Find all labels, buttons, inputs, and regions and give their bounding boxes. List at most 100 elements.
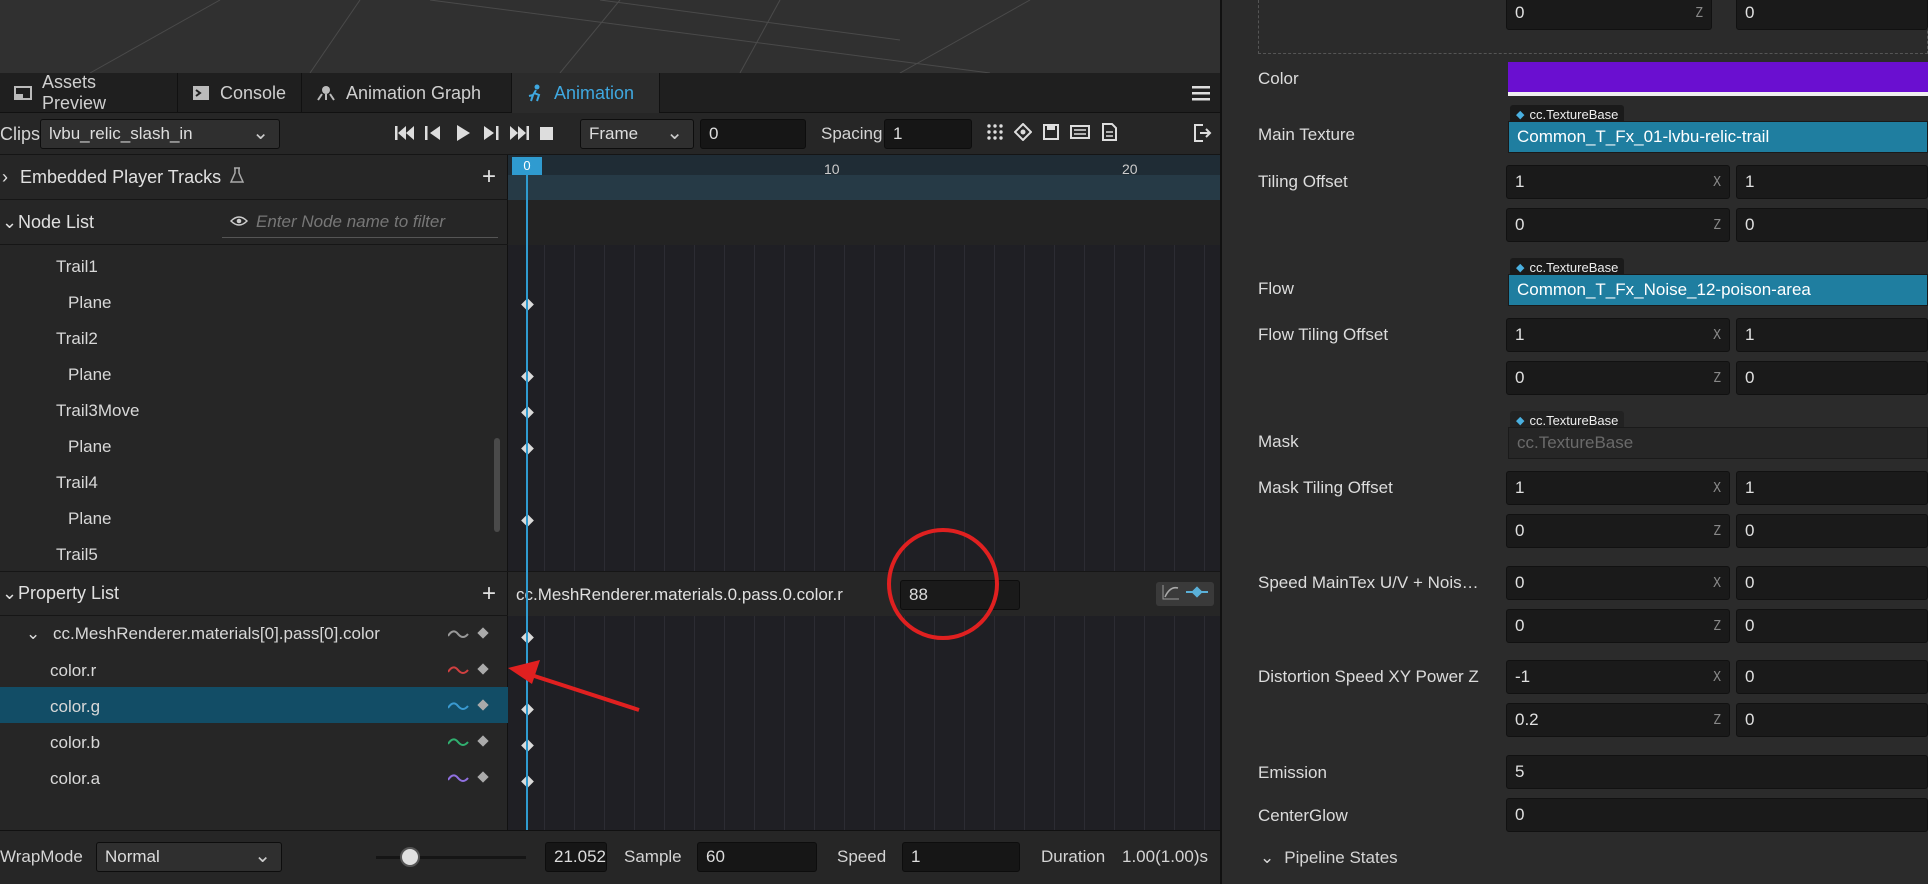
curve-view-toggle[interactable] — [1156, 582, 1214, 606]
tab-animation[interactable]: Animation — [512, 73, 660, 113]
tiling-w-field[interactable]: 0 — [1736, 208, 1928, 242]
scene-view[interactable] — [0, 0, 1220, 73]
speed-z-field[interactable]: 0Z — [1506, 609, 1730, 643]
flow-tiling-y-field[interactable]: 1 — [1736, 318, 1928, 352]
embedded-player-tracks-header[interactable]: › Embedded Player Tracks + — [0, 155, 508, 200]
zoom-value: 21.052 — [554, 847, 606, 866]
flow-tiling-w-field[interactable]: 0 — [1736, 361, 1928, 395]
chevron-down-icon[interactable]: ⌄ — [26, 624, 40, 643]
grid-dots-icon[interactable] — [986, 123, 1004, 146]
emission-field[interactable]: 5 — [1506, 755, 1928, 789]
zoom-input[interactable]: 21.052 — [545, 842, 607, 872]
mask-asset-field[interactable]: cc.TextureBase — [1508, 427, 1928, 459]
animation-toolbar: Clips lvbu_relic_slash_in Frame 0 Spacin… — [0, 113, 1220, 155]
node-item[interactable]: Trail4 — [56, 473, 98, 493]
sample-label: Sample — [624, 847, 682, 866]
tiling-x-field[interactable]: 1X — [1506, 165, 1730, 199]
sample-input[interactable]: 60 — [697, 842, 817, 872]
chevron-right-icon[interactable]: › — [2, 167, 16, 188]
spacing-label: Spacing — [821, 124, 883, 143]
chevron-down-icon[interactable]: ⌄ — [2, 212, 17, 233]
color-swatch[interactable] — [1508, 62, 1928, 96]
keyframe-move-icon[interactable] — [1013, 122, 1033, 146]
flow-tiling-x-field[interactable]: 1X — [1506, 318, 1730, 352]
clip-select-value: lvbu_relic_slash_in — [49, 124, 193, 143]
play-icon[interactable] — [452, 123, 472, 148]
timeline-ruler[interactable]: 0 10 20 — [508, 155, 1220, 200]
tiling-y-field[interactable]: 1 — [1736, 165, 1928, 199]
mask-tiling-y-field[interactable]: 1 — [1736, 471, 1928, 505]
axis-label: X — [1713, 480, 1721, 496]
node-item[interactable]: Plane — [68, 437, 111, 457]
centerglow-field[interactable]: 0 — [1506, 798, 1928, 832]
property-item[interactable]: color.b — [50, 733, 100, 753]
speed-w-field[interactable]: 0 — [1736, 609, 1928, 643]
property-group-row[interactable]: ⌄ cc.MeshRenderer.materials[0].pass[0].c… — [26, 624, 506, 644]
node-list-label: Node List — [18, 211, 95, 232]
node-list-scrollbar[interactable] — [494, 438, 500, 532]
top-field-y[interactable]: 0 — [1736, 0, 1928, 30]
save-icon[interactable] — [1042, 123, 1060, 146]
next-frame-icon[interactable] — [480, 123, 500, 148]
mask-tiling-z-field[interactable]: 0Z — [1506, 514, 1730, 548]
node-item[interactable]: Trail1 — [56, 257, 98, 277]
flow-tiling-z-field[interactable]: 0Z — [1506, 361, 1730, 395]
eye-icon[interactable] — [229, 211, 249, 232]
property-item[interactable]: color.r — [50, 661, 96, 681]
node-item[interactable]: Trail2 — [56, 329, 98, 349]
mask-tiling-x-field[interactable]: 1X — [1506, 471, 1730, 505]
node-item[interactable]: Plane — [68, 509, 111, 529]
exit-icon[interactable] — [1192, 123, 1212, 148]
node-item[interactable]: Trail3Move — [56, 401, 139, 421]
chevron-down-icon[interactable]: ⌄ — [1260, 848, 1274, 868]
clip-select[interactable]: lvbu_relic_slash_in — [40, 119, 280, 149]
top-field-x[interactable]: 0Z — [1506, 0, 1712, 30]
stop-icon[interactable] — [538, 123, 556, 148]
previous-frame-icon[interactable] — [424, 123, 444, 148]
keyboard-icon[interactable] — [1070, 123, 1090, 146]
tab-assets-preview[interactable]: Assets Preview — [0, 72, 178, 113]
playhead-line[interactable] — [526, 175, 528, 830]
node-item[interactable]: Plane — [68, 293, 111, 313]
distortion-y-field[interactable]: 0 — [1736, 660, 1928, 694]
curve-editor-icon[interactable] — [1162, 584, 1180, 605]
mask-tiling-w-field[interactable]: 0 — [1736, 514, 1928, 548]
field-value: 0 — [1515, 368, 1525, 387]
field-value: 1 — [1745, 325, 1755, 344]
flow-asset-field[interactable]: Common_T_Fx_Noise_12-poison-area — [1508, 274, 1928, 306]
distortion-x-field[interactable]: -1 X — [1506, 660, 1730, 694]
current-frame-input[interactable]: 0 — [700, 119, 806, 149]
add-track-icon[interactable]: + — [482, 163, 496, 191]
field-value: 1 — [1515, 325, 1525, 344]
property-item[interactable]: color.g — [50, 697, 100, 717]
distortion-z-field[interactable]: 0.2 Z — [1506, 703, 1730, 737]
hamburger-menu-icon[interactable] — [1192, 85, 1210, 106]
spacing-input[interactable]: 1 — [884, 119, 972, 149]
add-property-icon[interactable]: + — [482, 580, 496, 608]
wrapmode-select[interactable]: Normal — [96, 842, 282, 872]
node-item[interactable]: Trail5 — [56, 545, 98, 565]
tab-animation-graph[interactable]: Animation Graph — [302, 73, 512, 113]
jump-to-end-icon[interactable] — [508, 123, 530, 148]
time-mode-select[interactable]: Frame — [580, 119, 694, 149]
speed-y-field[interactable]: 0 — [1736, 566, 1928, 600]
zoom-slider-track[interactable] — [376, 856, 526, 859]
chevron-down-icon[interactable]: ⌄ — [2, 583, 17, 604]
property-item[interactable]: color.a — [50, 769, 100, 789]
timeline-area[interactable]: 0 10 20 cc.MeshRenderer.materials.0.pass… — [508, 155, 1220, 830]
main-texture-asset-field[interactable]: Common_T_Fx_01-lvbu-relic-trail — [1508, 121, 1928, 153]
tab-console[interactable]: Console — [178, 73, 302, 113]
node-item[interactable]: Plane — [68, 365, 111, 385]
playhead-marker[interactable]: 0 — [512, 157, 542, 175]
speed-input[interactable]: 1 — [902, 842, 1020, 872]
axis-label: Z — [1713, 370, 1721, 386]
tiling-z-field[interactable]: 0Z — [1506, 208, 1730, 242]
keyframe-view-icon[interactable] — [1186, 584, 1208, 605]
speed-x-field[interactable]: 0X — [1506, 566, 1730, 600]
document-icon[interactable] — [1100, 123, 1118, 146]
pipeline-states-header[interactable]: ⌄ Pipeline States — [1260, 848, 1398, 868]
node-filter-field[interactable]: Enter Node name to filter — [222, 206, 498, 238]
distortion-w-field[interactable]: 0 — [1736, 703, 1928, 737]
jump-to-start-icon[interactable] — [394, 123, 416, 148]
zoom-slider-handle[interactable] — [400, 847, 420, 867]
